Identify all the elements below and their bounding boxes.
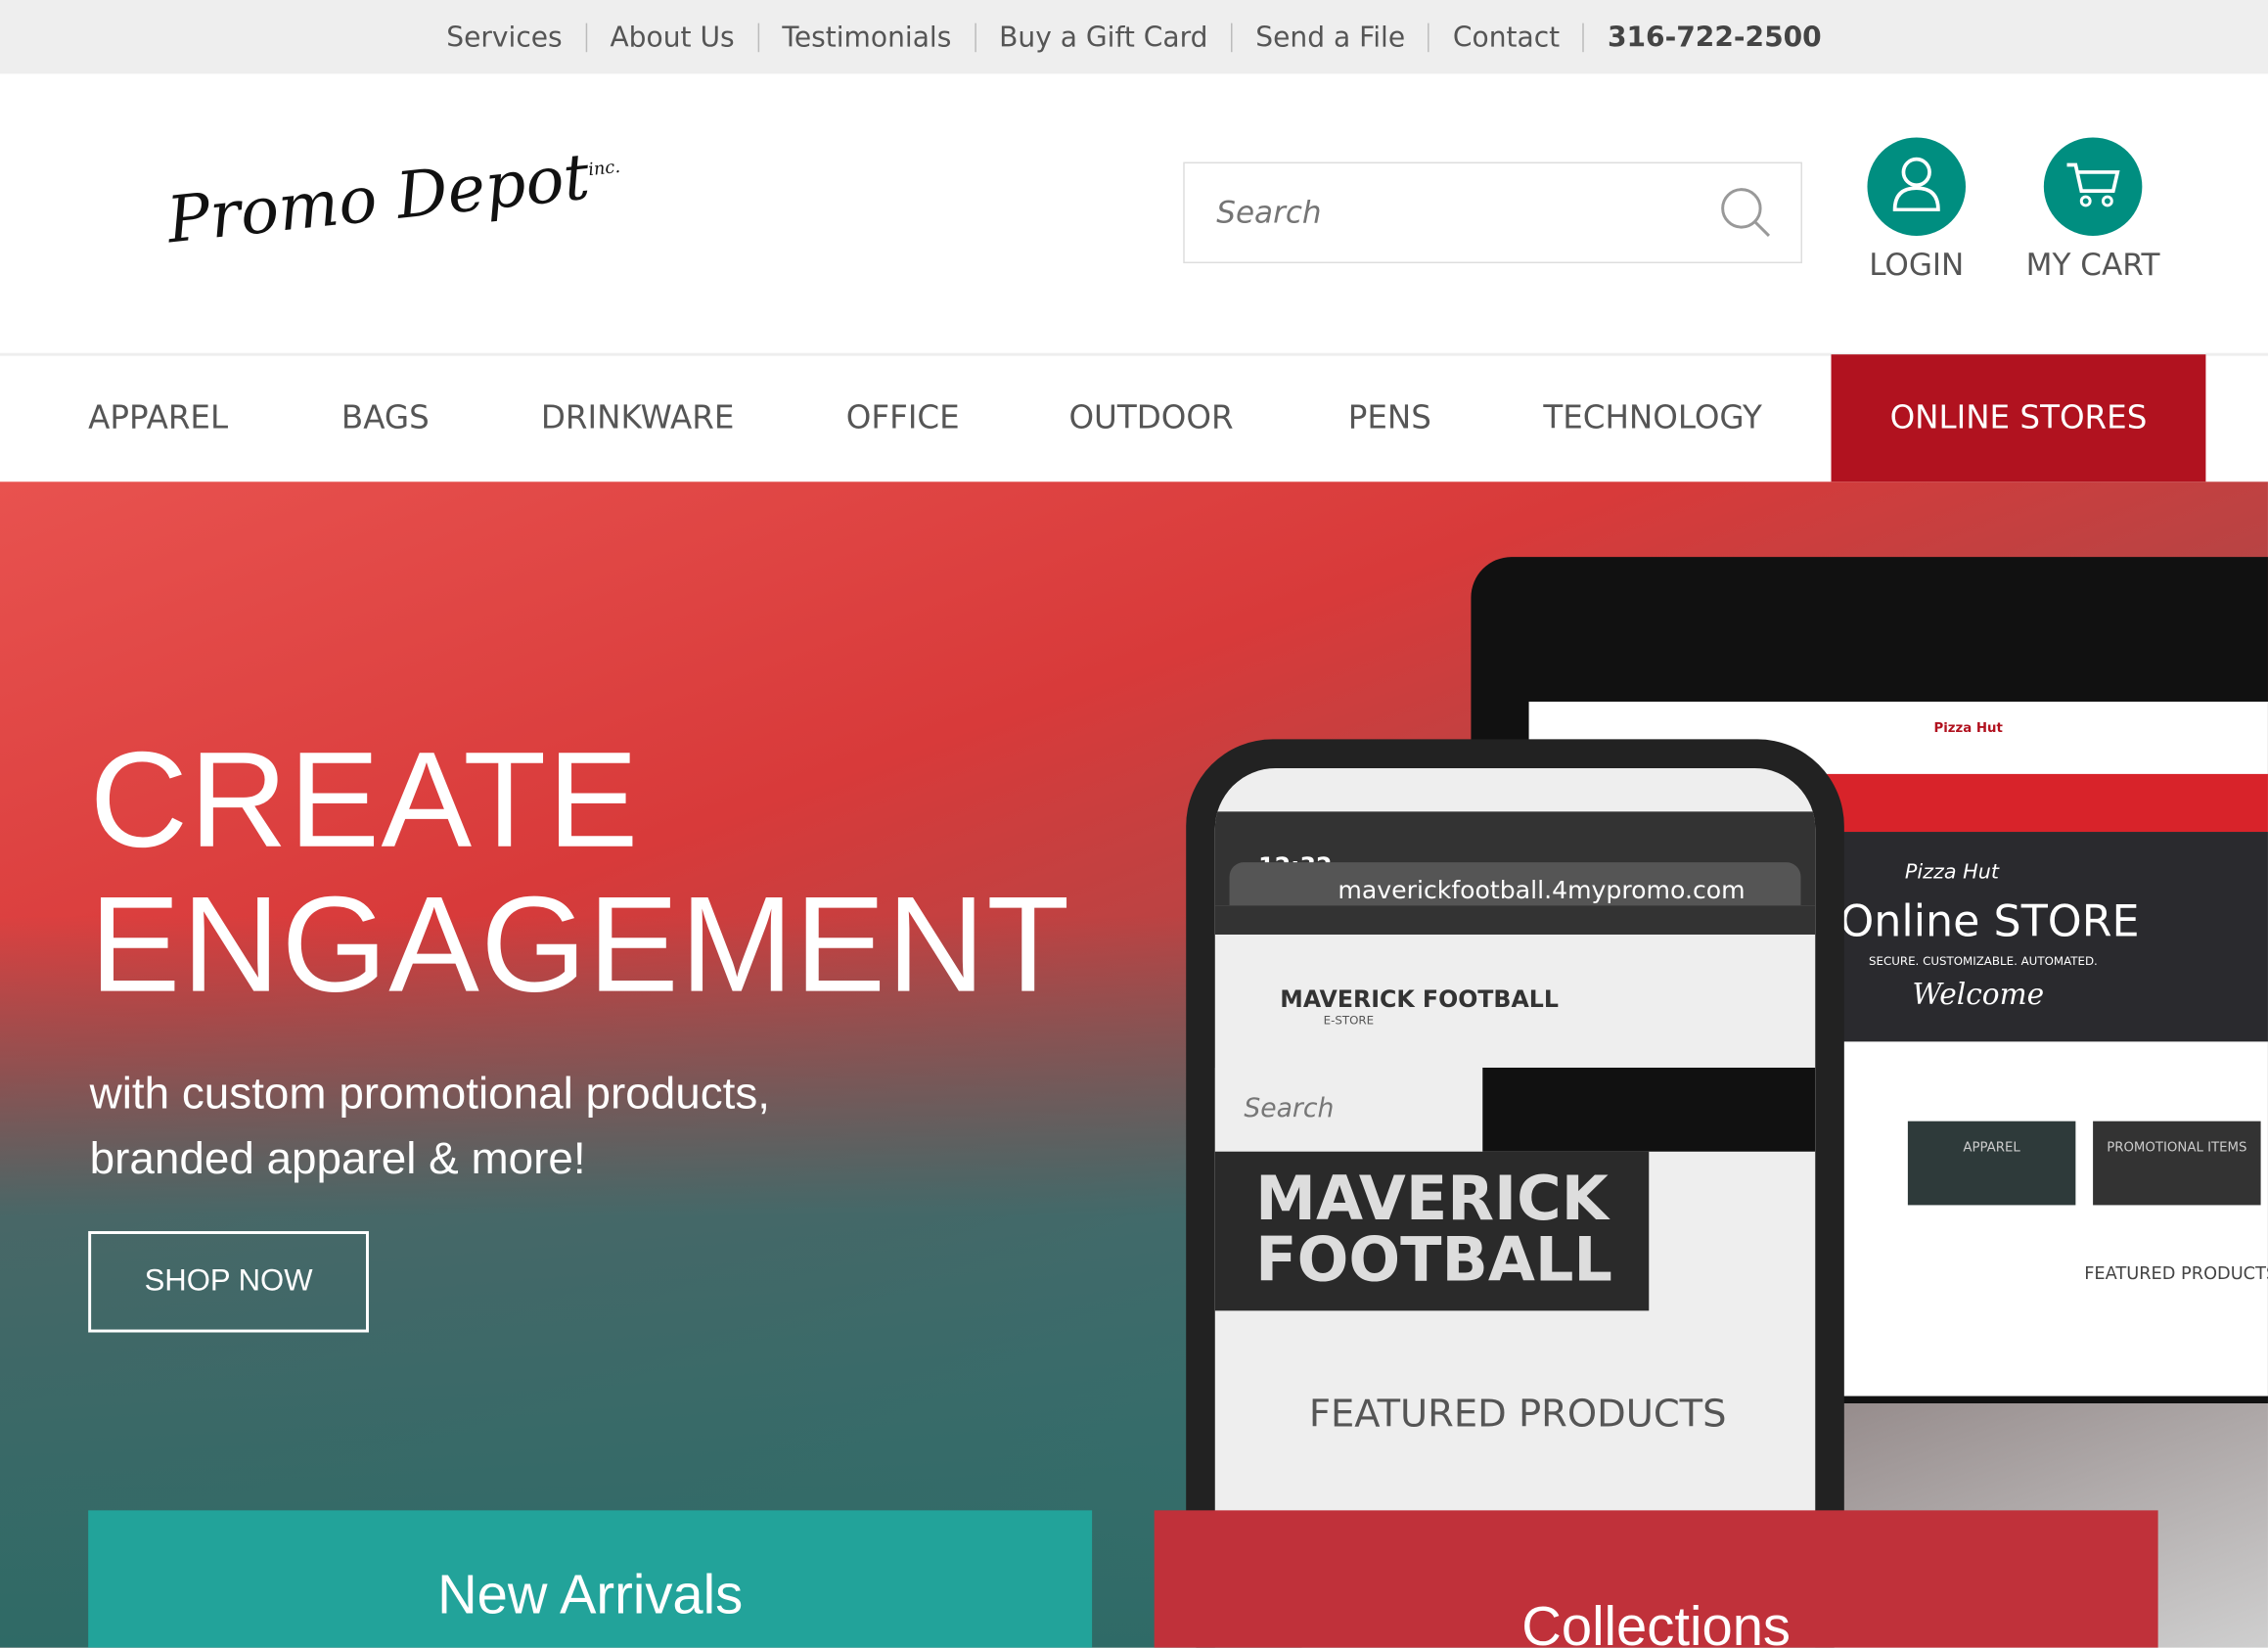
laptop-tile: APPAREL: [1907, 1121, 2076, 1206]
nav-online-stores[interactable]: ONLINE STORES: [1831, 354, 2206, 482]
search-input[interactable]: [1184, 163, 1741, 262]
link-services[interactable]: Services: [424, 22, 587, 52]
nav-drinkware[interactable]: DRINKWARE: [541, 400, 735, 436]
nav-outdoor[interactable]: OUTDOOR: [1068, 400, 1233, 436]
cart-label[interactable]: MY CART: [2006, 248, 2179, 282]
collections-card[interactable]: Collections: [1154, 1510, 2158, 1648]
hero-banner: Pizza Hut Pizza Hut Online STORE SECURE.…: [0, 481, 2268, 1648]
laptop-store-title: Online STORE: [1839, 896, 2140, 948]
link-about-us[interactable]: About Us: [587, 22, 759, 52]
phone-banner: MAVERICK FOOTBALL: [1214, 1151, 1650, 1311]
laptop-tile: PROMOTIONAL ITEMS: [2093, 1121, 2261, 1206]
hero-subtitle-line1: with custom promotional products,: [89, 1067, 771, 1119]
logo[interactable]: Promo Depotinc.: [163, 137, 624, 258]
phone-link[interactable]: 316-722-2500: [1584, 23, 1844, 52]
cart-icon: [2064, 160, 2122, 214]
nav-apparel[interactable]: APPAREL: [88, 400, 228, 436]
hero-title: CREATE ENGAGEMENT: [89, 723, 1071, 1021]
laptop-featured: FEATURED PRODUCTS: [2084, 1262, 2268, 1284]
new-arrivals-card[interactable]: New Arrivals: [88, 1510, 1093, 1648]
laptop-brand: Pizza Hut: [1933, 721, 2003, 737]
logo-text: Promo Depot: [163, 140, 593, 258]
link-contact[interactable]: Contact: [1429, 22, 1585, 52]
hero-subtitle: with custom promotional products, branded…: [90, 1061, 770, 1191]
cart-button[interactable]: [2043, 137, 2143, 236]
link-send-file[interactable]: Send a File: [1233, 22, 1430, 52]
search-box: [1183, 161, 1802, 264]
link-testimonials[interactable]: Testimonials: [759, 22, 976, 52]
search-icon[interactable]: [1720, 187, 1772, 245]
hero-subtitle-line2: branded apparel & more!: [89, 1132, 586, 1184]
laptop-tagline: SECURE. CUSTOMIZABLE. AUTOMATED.: [1868, 954, 2098, 968]
phone-search: Search: [1214, 1067, 1483, 1152]
shop-now-button[interactable]: SHOP NOW: [88, 1231, 369, 1333]
link-gift-card[interactable]: Buy a Gift Card: [975, 22, 1233, 52]
main-nav: APPAREL BAGS DRINKWARE OFFICE OUTDOOR PE…: [0, 354, 2268, 482]
nav-office[interactable]: OFFICE: [846, 400, 960, 436]
nav-bags[interactable]: BAGS: [341, 400, 430, 436]
login-label[interactable]: LOGIN: [1830, 248, 2003, 282]
login-button[interactable]: [1867, 137, 1967, 236]
nav-technology[interactable]: TECHNOLOGY: [1543, 400, 1762, 436]
laptop-welcome: Welcome: [1912, 976, 2045, 1012]
laptop-store-brand: Pizza Hut: [1904, 860, 1999, 885]
logo-suffix: inc.: [587, 156, 621, 180]
header: Promo Depotinc. LOGIN MY CART: [0, 73, 2268, 356]
top-links-bar: Services About Us Testimonials Buy a Gif…: [0, 0, 2268, 74]
phone-brand-sub: E-STORE: [1323, 1014, 1375, 1028]
phone-brand: MAVERICK FOOTBALL: [1280, 984, 1559, 1013]
phone-featured: FEATURED PRODUCTS: [1308, 1393, 1727, 1437]
user-icon: [1892, 157, 1941, 217]
nav-pens[interactable]: PENS: [1348, 400, 1431, 436]
hero-title-line1: CREATE: [89, 723, 640, 876]
hero-title-line2: ENGAGEMENT: [89, 867, 1071, 1021]
